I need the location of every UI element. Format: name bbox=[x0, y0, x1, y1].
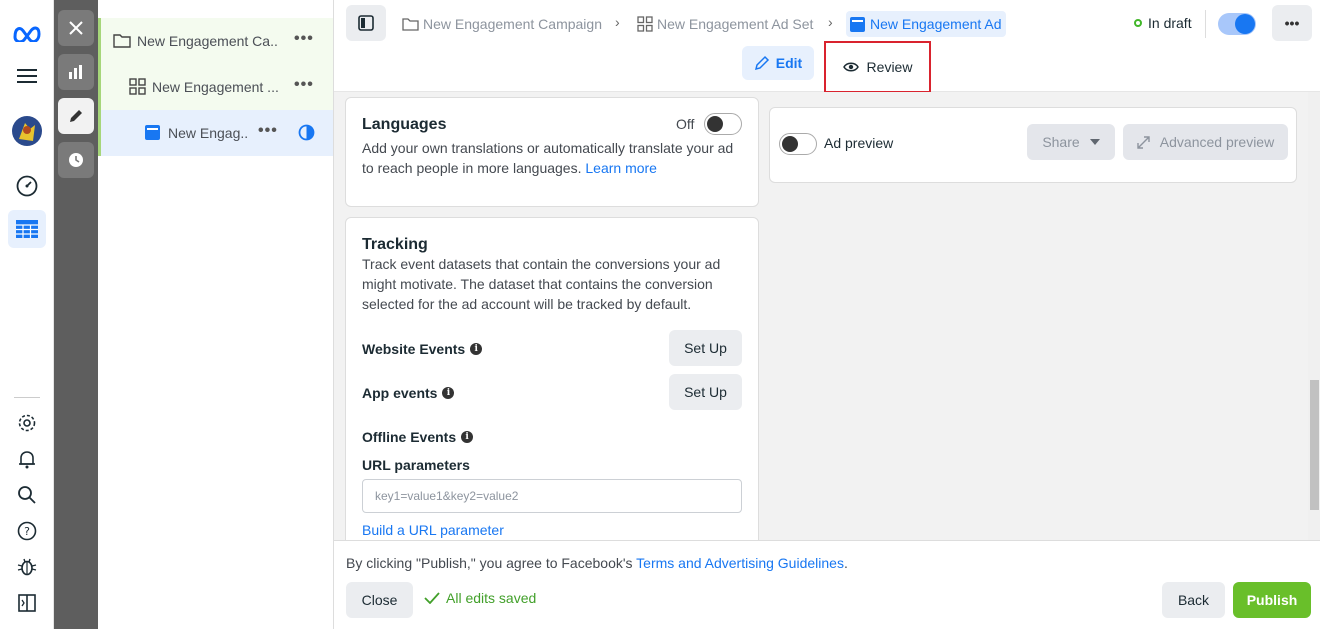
breadcrumb-adset[interactable]: New Engagement Ad Set bbox=[637, 11, 813, 37]
languages-card: Languages Off Add your own translations … bbox=[345, 97, 759, 207]
advanced-preview-button[interactable]: Advanced preview bbox=[1123, 124, 1288, 160]
chart-icon[interactable] bbox=[58, 54, 94, 90]
app-events-label: App events i bbox=[362, 385, 455, 401]
website-events-label: Website Events i bbox=[362, 341, 483, 357]
tab-review[interactable]: Review bbox=[824, 41, 931, 93]
more-options-icon[interactable]: ••• bbox=[294, 30, 314, 48]
close-icon[interactable] bbox=[58, 10, 94, 46]
editor-header: New Engagement Campaign › New Engagement… bbox=[334, 0, 1320, 93]
url-parameters-input[interactable]: key1=value1&key2=value2 bbox=[362, 479, 742, 513]
chevron-right-icon: › bbox=[615, 14, 620, 30]
tree-item-campaign[interactable]: New Engagement Ca... ••• bbox=[98, 18, 333, 64]
ad-preview-toggle[interactable] bbox=[779, 133, 817, 155]
bug-icon[interactable] bbox=[8, 548, 46, 586]
close-button[interactable]: Close bbox=[346, 582, 413, 618]
ad-icon bbox=[850, 16, 865, 32]
ad-icon bbox=[145, 125, 160, 143]
folder-icon bbox=[402, 18, 419, 31]
draft-status: In draft bbox=[1134, 15, 1192, 31]
back-button[interactable]: Back bbox=[1162, 582, 1225, 618]
meta-logo-icon[interactable] bbox=[8, 14, 46, 52]
panel-icon[interactable] bbox=[8, 584, 46, 622]
pencil-icon bbox=[754, 55, 769, 71]
folder-icon bbox=[113, 33, 131, 51]
half-circle-icon bbox=[298, 124, 315, 144]
languages-toggle[interactable] bbox=[704, 113, 742, 135]
languages-toggle-label: Off bbox=[676, 116, 695, 132]
dashboard-icon[interactable] bbox=[8, 167, 46, 205]
tool-strip bbox=[54, 0, 98, 629]
website-events-setup-button[interactable]: Set Up bbox=[669, 330, 742, 366]
url-parameters-label: URL parameters bbox=[362, 457, 470, 473]
content-scrollbar[interactable] bbox=[1308, 92, 1320, 540]
tree-item-label: New Engagement Ca... bbox=[137, 33, 279, 49]
help-icon[interactable]: ? bbox=[8, 512, 46, 550]
tab-edit[interactable]: Edit bbox=[742, 46, 814, 80]
languages-title: Languages bbox=[362, 116, 447, 133]
offline-events-label: Offline Events i bbox=[362, 429, 474, 445]
chevron-right-icon: › bbox=[828, 14, 833, 30]
avatar[interactable] bbox=[8, 112, 46, 150]
languages-description: Add your own translations or automatical… bbox=[362, 140, 734, 176]
nav-divider bbox=[14, 397, 40, 398]
tracking-card: Tracking Track event datasets that conta… bbox=[345, 217, 759, 557]
publish-button[interactable]: Publish bbox=[1233, 582, 1311, 618]
grid-icon bbox=[129, 78, 146, 98]
publish-agreement-text: By clicking "Publish," you agree to Face… bbox=[346, 555, 848, 571]
breadcrumb-ad[interactable]: New Engagement Ad bbox=[846, 11, 1006, 37]
clock-icon[interactable] bbox=[58, 142, 94, 178]
settings-icon[interactable] bbox=[8, 404, 46, 442]
caret-down-icon bbox=[1089, 139, 1100, 145]
tracking-description: Track event datasets that contain the co… bbox=[362, 256, 721, 312]
toggle-sidebar-button[interactable] bbox=[346, 5, 386, 41]
header-divider bbox=[1205, 10, 1206, 38]
learn-more-link[interactable]: Learn more bbox=[585, 160, 657, 176]
save-status: All edits saved bbox=[424, 590, 536, 606]
more-options-button[interactable]: ••• bbox=[1272, 5, 1312, 41]
info-icon: i bbox=[470, 343, 483, 355]
left-nav: ? bbox=[0, 0, 54, 629]
structure-tree: New Engagement Ca... ••• New Engagement … bbox=[98, 0, 334, 629]
more-options-icon[interactable]: ••• bbox=[294, 76, 314, 94]
sidebar-icon bbox=[358, 15, 374, 31]
editor-content: Languages Off Add your own translations … bbox=[334, 92, 1320, 557]
svg-text:?: ? bbox=[24, 525, 30, 538]
ad-on-off-toggle[interactable] bbox=[1218, 13, 1256, 35]
editor-footer: By clicking "Publish," you agree to Face… bbox=[334, 540, 1320, 629]
status-dot-icon bbox=[1134, 19, 1142, 27]
terms-link[interactable]: Terms and Advertising Guidelines bbox=[636, 555, 844, 571]
pencil-icon[interactable] bbox=[58, 98, 94, 134]
search-icon[interactable] bbox=[8, 476, 46, 514]
app-events-setup-button[interactable]: Set Up bbox=[669, 374, 742, 410]
table-icon[interactable] bbox=[8, 210, 46, 248]
breadcrumb-campaign[interactable]: New Engagement Campaign bbox=[402, 11, 602, 37]
menu-icon[interactable] bbox=[8, 57, 46, 95]
eye-icon bbox=[842, 62, 859, 72]
more-options-icon[interactable]: ••• bbox=[258, 122, 278, 140]
ad-preview-label: Ad preview bbox=[824, 135, 894, 151]
build-url-parameter-link[interactable]: Build a URL parameter bbox=[362, 522, 504, 538]
share-button[interactable]: Share bbox=[1027, 124, 1115, 160]
tree-item-ad[interactable]: New Engag... ••• bbox=[98, 110, 333, 156]
expand-icon bbox=[1137, 135, 1150, 149]
info-icon: i bbox=[461, 431, 474, 443]
grid-icon bbox=[637, 16, 653, 32]
tree-item-adset[interactable]: New Engagement ... ••• bbox=[98, 64, 333, 110]
tracking-title: Tracking bbox=[362, 236, 428, 253]
bell-icon[interactable] bbox=[8, 440, 46, 478]
tree-item-label: New Engag... bbox=[168, 125, 248, 141]
tree-item-label: New Engagement ... bbox=[152, 79, 279, 95]
ad-preview-card: Ad preview Share Advanced preview bbox=[769, 107, 1297, 183]
info-icon: i bbox=[442, 387, 455, 399]
check-icon bbox=[424, 592, 440, 604]
